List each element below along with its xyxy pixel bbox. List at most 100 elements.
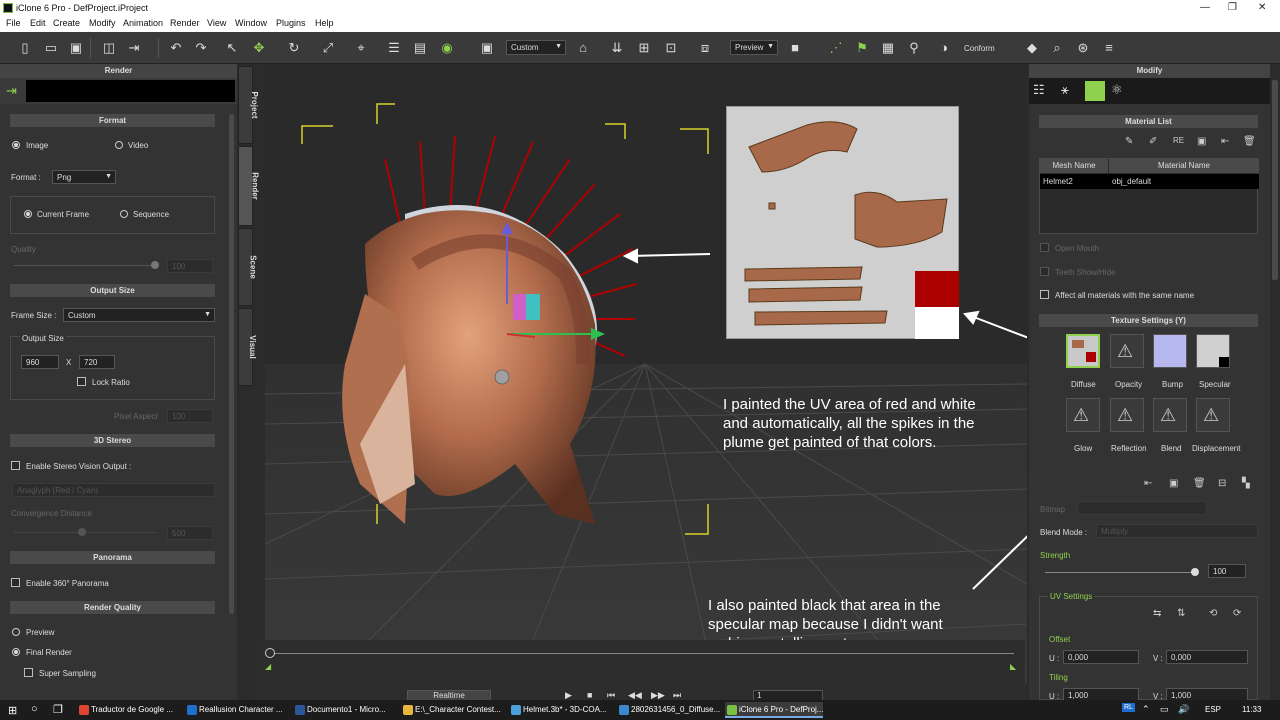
video-camera-icon[interactable]: ■ xyxy=(786,39,804,57)
glow-slot[interactable]: ⚠ xyxy=(1066,398,1100,432)
clipboard-icon[interactable]: ▦ xyxy=(879,39,897,57)
stereo-checkbox[interactable] xyxy=(11,461,20,470)
tab-project[interactable]: Project xyxy=(238,66,259,144)
sequence-radio[interactable] xyxy=(120,210,128,218)
reflection-slot[interactable]: ⚠ xyxy=(1110,398,1144,432)
motion-path-icon[interactable]: ⋰ xyxy=(827,39,845,57)
flag-icon[interactable]: ⚑ xyxy=(853,39,871,57)
motion-icon[interactable]: ⚹ xyxy=(1061,82,1069,98)
start-button-icon[interactable]: ⊞ xyxy=(8,704,17,717)
zoom-window-icon[interactable]: ⧈ xyxy=(696,39,714,57)
quality-slider-handle[interactable] xyxy=(151,261,159,269)
current-frame-radio[interactable] xyxy=(24,210,32,218)
frame-size-select[interactable]: Custom ▼ xyxy=(63,308,215,322)
timeline-track[interactable] xyxy=(269,653,1014,654)
convergence-field[interactable]: 500 xyxy=(167,526,213,540)
menu-create[interactable]: Create xyxy=(53,18,80,28)
menu-help[interactable]: Help xyxy=(315,18,334,28)
affect-all-checkbox[interactable] xyxy=(1040,290,1049,299)
uv-flip-h-icon[interactable]: ⇆ xyxy=(1153,608,1161,619)
camera-frame-icon[interactable]: ▣ xyxy=(478,39,496,57)
tray-up-icon[interactable]: ⌃ xyxy=(1142,704,1150,715)
panorama-checkbox[interactable] xyxy=(11,578,20,587)
strength-field[interactable]: 100 xyxy=(1208,564,1246,578)
save-texture-icon[interactable]: ▣ xyxy=(1169,478,1178,489)
specular-slot[interactable] xyxy=(1196,334,1230,368)
language-indicator[interactable]: ESP xyxy=(1205,705,1221,714)
tab-visual[interactable]: Visual xyxy=(238,308,257,386)
offset-v-field[interactable]: 0,000 xyxy=(1166,650,1248,664)
quality-slider[interactable] xyxy=(14,265,156,266)
tab-scene[interactable]: Scene xyxy=(238,228,257,306)
edit-texture-icon[interactable]: ⊟ xyxy=(1218,478,1226,489)
render-panel-scrollbar[interactable] xyxy=(229,114,234,614)
move-icon[interactable]: ✥ xyxy=(250,39,268,57)
pick-icon[interactable]: ✎ xyxy=(1125,136,1133,147)
video-radio[interactable] xyxy=(115,141,123,149)
group-icon[interactable]: ▤ xyxy=(411,39,429,57)
network-icon[interactable]: ▭ xyxy=(1160,704,1169,715)
menu-file[interactable]: File xyxy=(6,18,21,28)
export-icon[interactable]: ⇥ xyxy=(125,39,143,57)
preview-combo[interactable]: Preview ▼ xyxy=(730,40,778,55)
pixel-aspect-field[interactable]: 100 xyxy=(167,409,213,423)
home-icon[interactable]: ⌂ xyxy=(574,39,592,57)
conform-label[interactable]: Conform xyxy=(964,44,995,53)
strength-slider[interactable] xyxy=(1045,572,1195,573)
menu-animation[interactable]: Animation xyxy=(123,18,163,28)
bone-icon[interactable]: ⚲ xyxy=(905,39,923,57)
tab-render[interactable]: Render xyxy=(238,146,259,226)
timeline-start-marker[interactable]: ◢ xyxy=(265,662,271,671)
taskbar-item-image[interactable]: 2802631456_0_Diffuse... xyxy=(617,702,721,718)
material-tab-icon[interactable] xyxy=(1085,81,1105,101)
zoom-extent-icon[interactable]: ⊞ xyxy=(635,39,653,57)
fit-icon[interactable]: ⇊ xyxy=(608,39,626,57)
width-field[interactable]: 960 xyxy=(21,355,59,369)
menu-view[interactable]: View xyxy=(207,18,226,28)
3d-viewport[interactable]: I painted the UV area of red and white a… xyxy=(265,64,1027,684)
menu-edit[interactable]: Edit xyxy=(30,18,46,28)
camera-combo[interactable]: Custom ▼ xyxy=(506,40,566,55)
modify-panel-scrollbar[interactable] xyxy=(1272,80,1278,280)
picker-icon[interactable]: ⊛ xyxy=(1074,39,1092,57)
offset-u-field[interactable]: 0,000 xyxy=(1063,650,1139,664)
format-select[interactable]: Png ▼ xyxy=(52,170,116,184)
diamond-icon[interactable]: ◆ xyxy=(1023,39,1041,57)
minimize-button[interactable]: — xyxy=(1200,2,1210,13)
scale-icon[interactable]: ⤢ xyxy=(319,39,337,57)
re-icon[interactable]: RE xyxy=(1173,136,1184,145)
stereo-mode-select[interactable]: Anaglyph (Red / Cyan) xyxy=(12,483,215,497)
taskbar-item-reallusion[interactable]: Reallusion Character ... xyxy=(185,702,289,718)
open-mouth-checkbox[interactable] xyxy=(1040,243,1049,252)
teeth-checkbox[interactable] xyxy=(1040,267,1049,276)
volume-icon[interactable]: 🔊 xyxy=(1178,704,1189,715)
open-folder-icon[interactable]: ▭ xyxy=(42,39,60,57)
super-sampling-checkbox[interactable] xyxy=(24,668,33,677)
taskbar-item-iclone[interactable]: iClone 6 Pro - DefProj... xyxy=(725,702,823,718)
save-material-icon[interactable]: ▣ xyxy=(1197,136,1206,147)
taskbar-item-3dcoat[interactable]: Helmet.3b* - 3D-COA... xyxy=(509,702,613,718)
menu-render[interactable]: Render xyxy=(170,18,200,28)
taskbar-item-explorer[interactable]: E:\_Character Contest... xyxy=(401,702,505,718)
sliders-icon[interactable]: ☷ xyxy=(1033,82,1045,98)
load-material-icon[interactable]: ⇤ xyxy=(1221,136,1229,147)
convergence-slider-handle[interactable] xyxy=(78,528,86,536)
search-zoom-icon[interactable]: ⌕ xyxy=(1048,39,1066,57)
layer-icon[interactable]: ☰ xyxy=(385,39,403,57)
render-export-icon[interactable]: ⇥ xyxy=(6,83,17,99)
clock[interactable]: 11:33 xyxy=(1242,705,1261,714)
close-button[interactable]: ✕ xyxy=(1258,2,1266,13)
uv-flip-v-icon[interactable]: ⇅ xyxy=(1177,608,1185,619)
taskbar-item-google-translate[interactable]: Traductor de Google ... xyxy=(77,702,181,718)
opacity-slot[interactable]: ⚠ xyxy=(1110,334,1144,368)
delete-texture-icon[interactable]: 🗑 xyxy=(1193,478,1206,489)
height-field[interactable]: 720 xyxy=(79,355,115,369)
bump-slot[interactable] xyxy=(1153,334,1187,368)
uv-rotate-icon[interactable]: ⟲ xyxy=(1209,608,1217,619)
settings-list-icon[interactable]: ≡ xyxy=(1100,39,1118,57)
diffuse-slot[interactable] xyxy=(1066,334,1100,368)
import-icon[interactable]: ◫ xyxy=(100,39,118,57)
physics-icon[interactable]: ⚛ xyxy=(1111,82,1123,98)
undo-icon[interactable]: ↶ xyxy=(167,39,185,57)
bitmap-field[interactable] xyxy=(1077,501,1207,515)
